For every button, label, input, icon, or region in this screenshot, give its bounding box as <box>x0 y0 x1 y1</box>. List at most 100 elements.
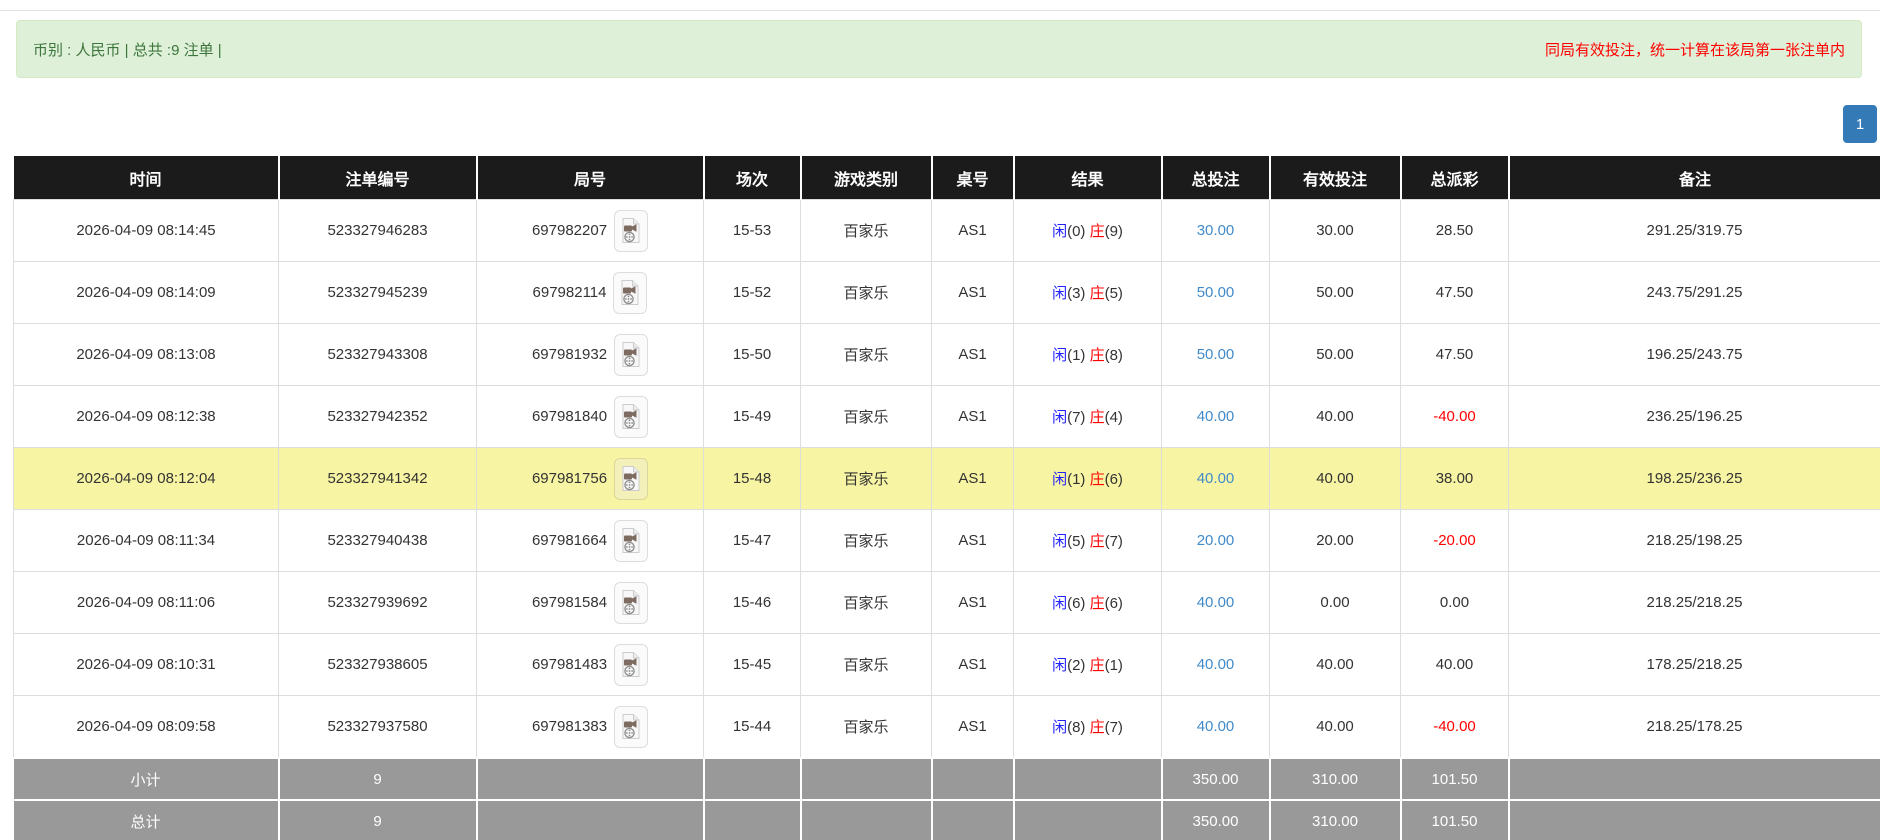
cell-payout: 47.50 <box>1400 261 1509 324</box>
cell-session: 15-52 <box>703 261 801 324</box>
banker-result-points: (7) <box>1104 719 1123 736</box>
cell-total-bet[interactable]: 30.00 <box>1161 199 1270 262</box>
video-replay-icon[interactable] <box>614 333 649 376</box>
video-replay-icon[interactable] <box>614 581 649 624</box>
cell-session: 15-53 <box>703 199 801 262</box>
table-header-row: 时间 注单编号 局号 场次 游戏类别 桌号 结果 总投注 有效投注 总派彩 备注 <box>13 156 1880 200</box>
banker-result-label: 庄 <box>1089 223 1105 240</box>
cell-valid-bet: 0.00 <box>1269 571 1401 634</box>
summary-empty-game <box>800 799 933 840</box>
cell-time: 2026-04-09 08:09:58 <box>13 695 279 759</box>
player-result-points: (0) <box>1067 223 1090 240</box>
cell-game-type: 百家乐 <box>800 509 932 572</box>
player-result-points: (1) <box>1067 347 1090 364</box>
cell-round-no: 697981840 <box>476 385 704 448</box>
cell-result: 闲(7) 庄(4) <box>1013 385 1162 448</box>
table-row: 2026-04-09 08:14:45 523327946283 697982207… <box>13 199 1880 262</box>
cell-total-bet[interactable]: 40.00 <box>1161 695 1270 759</box>
banker-result-label: 庄 <box>1089 471 1105 488</box>
banker-result-label: 庄 <box>1089 595 1105 612</box>
player-result-points: (7) <box>1067 409 1090 426</box>
cell-total-bet[interactable]: 40.00 <box>1161 633 1270 696</box>
round-no-text: 697981584 <box>531 594 608 611</box>
subtotal-row: 小计 9 350.00 310.00 101.50 <box>13 757 1880 800</box>
cell-result: 闲(2) 庄(1) <box>1013 633 1162 696</box>
table-row: 2026-04-09 08:10:31 523327938605 697981483… <box>13 633 1880 696</box>
cell-round-no: 697981383 <box>476 695 704 759</box>
cell-table-no: AS1 <box>931 447 1014 510</box>
summary-bet-count: 9 <box>278 757 478 800</box>
cell-time: 2026-04-09 08:14:09 <box>13 261 279 324</box>
col-header-session: 场次 <box>703 156 802 200</box>
cell-payout: -20.00 <box>1400 509 1509 572</box>
cell-session: 15-50 <box>703 323 801 386</box>
cell-round-no: 697981756 <box>476 447 704 510</box>
cell-time: 2026-04-09 08:11:34 <box>13 509 279 572</box>
video-replay-icon[interactable] <box>614 395 649 438</box>
cell-total-bet[interactable]: 40.00 <box>1161 447 1270 510</box>
cell-time: 2026-04-09 08:10:31 <box>13 633 279 696</box>
cell-result: 闲(0) 庄(9) <box>1013 199 1162 262</box>
cell-bet-no: 523327940438 <box>278 509 477 572</box>
cell-payout: -40.00 <box>1400 695 1509 759</box>
cell-game-type: 百家乐 <box>800 323 932 386</box>
player-result-label: 闲 <box>1052 223 1068 240</box>
video-replay-icon[interactable] <box>614 643 649 686</box>
cell-total-bet[interactable]: 20.00 <box>1161 509 1270 572</box>
pagination-page-button[interactable]: 1 <box>1843 105 1877 143</box>
cell-total-bet[interactable]: 50.00 <box>1161 261 1270 324</box>
cell-bet-no: 523327946283 <box>278 199 477 262</box>
cell-game-type: 百家乐 <box>800 385 932 448</box>
video-replay-icon[interactable] <box>614 457 649 500</box>
cell-bet-no: 523327939692 <box>278 571 477 634</box>
col-header-bet-no: 注单编号 <box>278 156 478 200</box>
banker-result-points: (9) <box>1104 223 1123 240</box>
cell-valid-bet: 50.00 <box>1269 323 1401 386</box>
player-result-points: (8) <box>1067 719 1090 736</box>
summary-total-bet: 350.00 <box>1161 757 1271 800</box>
round-no-text: 697981383 <box>531 718 608 735</box>
cell-remark: 198.25/236.25 <box>1508 447 1880 510</box>
cell-time: 2026-04-09 08:12:38 <box>13 385 279 448</box>
banker-result-points: (4) <box>1104 409 1123 426</box>
player-result-points: (3) <box>1067 285 1090 302</box>
player-result-points: (5) <box>1067 533 1090 550</box>
cell-payout: 0.00 <box>1400 571 1509 634</box>
cell-payout: 40.00 <box>1400 633 1509 696</box>
col-header-time: 时间 <box>13 156 280 200</box>
pagination: 1 <box>1843 105 1877 143</box>
cell-valid-bet: 20.00 <box>1269 509 1401 572</box>
cell-remark: 236.25/196.25 <box>1508 385 1880 448</box>
video-replay-icon[interactable] <box>613 271 648 314</box>
player-result-points: (2) <box>1067 657 1090 674</box>
cell-table-no: AS1 <box>931 571 1014 634</box>
cell-session: 15-46 <box>703 571 801 634</box>
player-result-points: (6) <box>1067 595 1090 612</box>
video-replay-icon[interactable] <box>614 209 649 252</box>
video-replay-icon[interactable] <box>614 705 649 748</box>
video-replay-icon[interactable] <box>614 519 649 562</box>
banker-result-points: (6) <box>1104 595 1123 612</box>
cell-valid-bet: 50.00 <box>1269 261 1401 324</box>
col-header-total-bet: 总投注 <box>1161 156 1271 200</box>
cell-game-type: 百家乐 <box>800 633 932 696</box>
cell-time: 2026-04-09 08:11:06 <box>13 571 279 634</box>
cell-remark: 178.25/218.25 <box>1508 633 1880 696</box>
cell-result: 闲(1) 庄(8) <box>1013 323 1162 386</box>
summary-empty-result <box>1013 799 1163 840</box>
cell-total-bet[interactable]: 40.00 <box>1161 385 1270 448</box>
player-result-label: 闲 <box>1052 347 1068 364</box>
cell-round-no: 697981483 <box>476 633 704 696</box>
summary-empty-remark <box>1508 757 1880 800</box>
cell-payout: 38.00 <box>1400 447 1509 510</box>
summary-payout: 101.50 <box>1400 799 1510 840</box>
player-result-label: 闲 <box>1052 285 1068 302</box>
cell-table-no: AS1 <box>931 323 1014 386</box>
cell-bet-no: 523327937580 <box>278 695 477 759</box>
cell-total-bet[interactable]: 50.00 <box>1161 323 1270 386</box>
cell-total-bet[interactable]: 40.00 <box>1161 571 1270 634</box>
cell-round-no: 697982207 <box>476 199 704 262</box>
summary-valid-bet: 310.00 <box>1269 757 1402 800</box>
round-no-text: 697981756 <box>531 470 608 487</box>
cell-time: 2026-04-09 08:12:04 <box>13 447 279 510</box>
